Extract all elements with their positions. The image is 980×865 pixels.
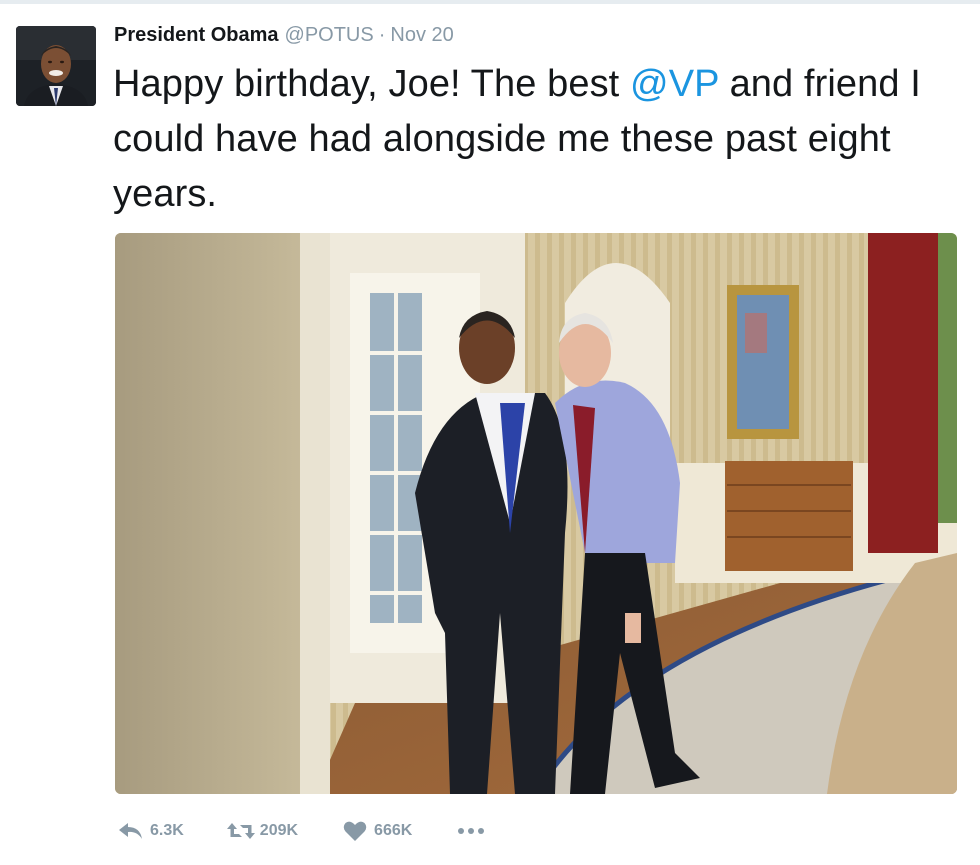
author-handle[interactable]: @POTUS: [285, 24, 374, 47]
more-dots-icon: [456, 822, 486, 840]
avatar[interactable]: [16, 26, 96, 106]
tweet-text: Happy birthday, Joe! The best @VP and fr…: [113, 57, 963, 222]
divider: [0, 0, 980, 4]
avatar-image: [16, 26, 96, 106]
header-separator: ·: [378, 24, 386, 46]
tweet-text-part: Happy birthday, Joe! The best: [113, 63, 631, 105]
tweet-card: President Obama @POTUS · Nov 20 Happy bi…: [0, 0, 980, 865]
retweet-icon: [226, 819, 256, 843]
tweet-header: President Obama @POTUS · Nov 20: [114, 24, 454, 52]
author-name[interactable]: President Obama: [114, 24, 279, 47]
retweet-count: 209K: [259, 822, 299, 839]
retweet-button[interactable]: 209K: [226, 819, 298, 843]
reply-icon: [116, 819, 146, 843]
like-button[interactable]: 666K: [340, 819, 412, 843]
photo-image: [115, 233, 957, 794]
action-bar: 6.3K 209K 666K: [116, 817, 488, 845]
like-count: 666K: [374, 822, 413, 839]
mention-link[interactable]: @VP: [630, 63, 719, 105]
heart-icon: [340, 819, 370, 843]
reply-count: 6.3K: [150, 822, 184, 839]
more-button[interactable]: [454, 819, 488, 843]
tweet-date[interactable]: Nov 20: [390, 24, 453, 47]
reply-button[interactable]: 6.3K: [116, 819, 184, 843]
tweet-photo[interactable]: [115, 233, 957, 794]
